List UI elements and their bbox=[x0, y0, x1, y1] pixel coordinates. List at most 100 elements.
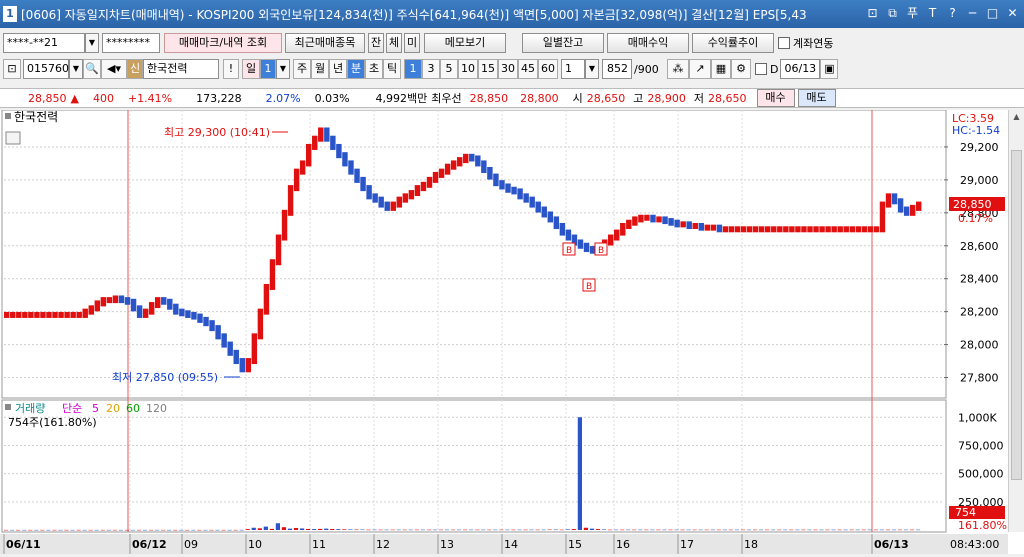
price-bar bbox=[281, 209, 288, 241]
scroll-up-icon[interactable]: ▲ bbox=[1009, 110, 1024, 124]
chart-select-icon[interactable]: ⊡ bbox=[3, 59, 21, 79]
buy-marker[interactable]: B bbox=[562, 242, 576, 256]
price-bar bbox=[626, 219, 632, 229]
volume-bar bbox=[523, 529, 528, 531]
buy-marker[interactable]: B bbox=[594, 242, 608, 256]
interval-30-button[interactable]: 30 bbox=[498, 59, 518, 79]
open-label: 시 bbox=[572, 92, 583, 105]
period-second-button[interactable]: 초 bbox=[365, 59, 383, 79]
link-icon[interactable]: ⊡ bbox=[865, 5, 880, 21]
interval-15-button[interactable]: 15 bbox=[478, 59, 498, 79]
price-bar bbox=[450, 160, 457, 170]
vertical-scrollbar[interactable]: ▲ bbox=[1008, 110, 1024, 532]
calendar-icon[interactable]: ▣ bbox=[820, 59, 839, 79]
volume-bar bbox=[88, 529, 93, 531]
price-bar bbox=[456, 157, 463, 167]
interval-10-button[interactable]: 10 bbox=[458, 59, 478, 79]
account-link-checkbox[interactable] bbox=[778, 37, 790, 49]
price-bar bbox=[154, 297, 161, 309]
volume-bar bbox=[215, 529, 220, 531]
interval-45-button[interactable]: 45 bbox=[518, 59, 538, 79]
period-day-button[interactable]: 일 bbox=[242, 59, 260, 79]
volume-bar bbox=[758, 529, 764, 531]
price-bar bbox=[293, 168, 300, 192]
chart-svg[interactable]: 29,20029,00028,80028,60028,40028,20028,0… bbox=[0, 109, 1008, 554]
indicator-icon[interactable]: ⁂ bbox=[667, 59, 689, 79]
count-dropdown-icon[interactable]: ▼ bbox=[585, 59, 599, 79]
memo-button[interactable]: 메모보기 bbox=[424, 33, 506, 53]
count-field[interactable]: 1 bbox=[561, 59, 585, 79]
account-field[interactable]: ****-**21 bbox=[3, 33, 85, 53]
return-trend-button[interactable]: 수익률추이 bbox=[692, 33, 774, 53]
time-label: 18 bbox=[744, 538, 758, 551]
up-arrow-icon: ▲ bbox=[70, 91, 79, 105]
buy-marker[interactable]: B bbox=[582, 278, 596, 292]
sell-button[interactable]: 매도 bbox=[797, 89, 836, 107]
pin-icon[interactable]: 푸 bbox=[905, 5, 920, 21]
buy-button[interactable]: 매수 bbox=[756, 89, 795, 107]
code-dropdown-icon[interactable]: ▼ bbox=[69, 59, 83, 79]
date-checkbox[interactable] bbox=[755, 63, 767, 75]
copy-window-icon[interactable]: ⧉ bbox=[885, 5, 900, 21]
interval-60-button[interactable]: 60 bbox=[538, 59, 558, 79]
account-dropdown-icon[interactable]: ▼ bbox=[85, 33, 99, 53]
volume-bar bbox=[819, 529, 824, 531]
close-icon[interactable]: ✕ bbox=[1005, 5, 1020, 21]
settings-icon[interactable]: ⚙ bbox=[731, 59, 751, 79]
executed-button[interactable]: 체 bbox=[386, 33, 402, 53]
account-link-label: 계좌연동 bbox=[793, 37, 834, 50]
period-month-button[interactable]: 월 bbox=[311, 59, 329, 79]
period-minute-button[interactable]: 분 bbox=[347, 59, 365, 79]
period-tick-button[interactable]: 틱 bbox=[383, 59, 401, 79]
stock-name-field[interactable]: 한국전력 bbox=[143, 59, 219, 79]
period-year-button[interactable]: 년 bbox=[329, 59, 347, 79]
volume-pane[interactable] bbox=[1, 399, 947, 533]
pending-button[interactable]: 미 bbox=[404, 33, 420, 53]
price-bar bbox=[287, 185, 294, 216]
daily-balance-button[interactable]: 일별잔고 bbox=[522, 33, 604, 53]
period-number-field[interactable]: 1 bbox=[260, 59, 276, 79]
alert-button[interactable]: ! bbox=[223, 59, 239, 79]
volume-bar bbox=[837, 529, 842, 531]
period-week-button[interactable]: 주 bbox=[293, 59, 311, 79]
price-bar bbox=[867, 226, 874, 233]
table-toggle-icon[interactable] bbox=[5, 131, 21, 145]
trade-mark-query-button[interactable]: 매매마크/내역 조회 bbox=[164, 33, 282, 53]
minimize-icon[interactable]: ─ bbox=[965, 5, 980, 21]
price-bar bbox=[903, 206, 910, 216]
svg-text:B: B bbox=[566, 246, 572, 256]
volume-bar bbox=[269, 528, 274, 530]
maximize-icon[interactable]: □ bbox=[985, 5, 1000, 21]
interval-3-button[interactable]: 3 bbox=[422, 59, 440, 79]
bid-price: 28,800 bbox=[520, 91, 559, 105]
grid-icon[interactable]: ▦ bbox=[711, 59, 731, 79]
search-icon[interactable]: 🔍 bbox=[83, 59, 101, 79]
price-bar bbox=[777, 226, 783, 233]
password-field[interactable]: ******** bbox=[102, 33, 160, 53]
price-bar bbox=[541, 206, 547, 218]
volume-bar bbox=[577, 417, 583, 530]
date-field[interactable]: 06/13 bbox=[780, 59, 821, 79]
interval-1-button[interactable]: 1 bbox=[404, 59, 422, 79]
line-tool-icon[interactable]: ↗ bbox=[689, 59, 711, 79]
recent-trades-button[interactable]: 최근매매종목 bbox=[285, 33, 365, 53]
trade-profit-button[interactable]: 매매수익 bbox=[607, 33, 689, 53]
scroll-thumb[interactable] bbox=[1011, 150, 1022, 480]
price-pane[interactable] bbox=[1, 109, 947, 399]
balance-button[interactable]: 잔 bbox=[368, 33, 384, 53]
price-bar bbox=[142, 308, 149, 318]
volume-bar bbox=[420, 529, 425, 531]
price-bar bbox=[469, 153, 475, 162]
price-bar bbox=[130, 298, 137, 312]
price-bar bbox=[46, 311, 52, 318]
period-dropdown-icon[interactable]: ▼ bbox=[276, 59, 290, 79]
help-icon[interactable]: ? bbox=[945, 5, 960, 21]
font-icon[interactable]: T bbox=[925, 5, 940, 21]
chart-area[interactable]: 29,200 29,000 28,800 28,600 28,400 28,200 28,0… bbox=[0, 109, 1024, 554]
page-field[interactable]: 852 bbox=[602, 59, 632, 79]
speaker-icon[interactable]: ◀▾ bbox=[101, 59, 127, 79]
price-bar bbox=[686, 221, 692, 229]
price-bar bbox=[420, 181, 427, 192]
stock-code-field[interactable]: 015760 bbox=[23, 59, 69, 79]
interval-5-button[interactable]: 5 bbox=[440, 59, 458, 79]
